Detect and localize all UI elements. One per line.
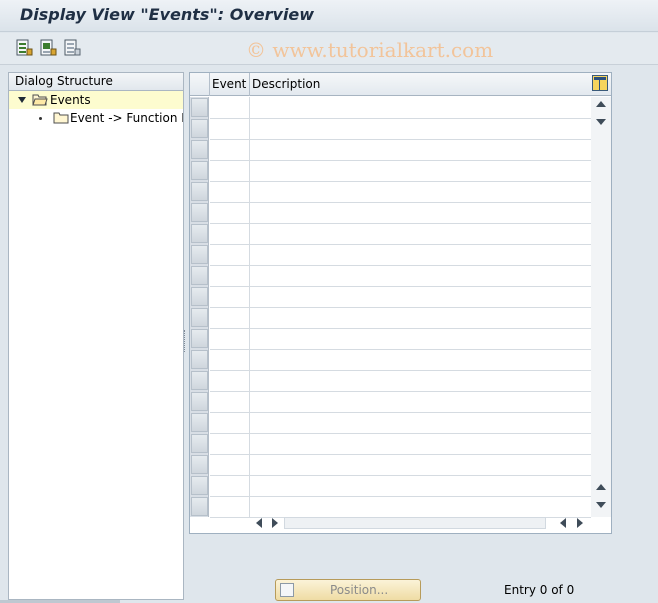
row-selector[interactable] (191, 224, 208, 243)
table-row (210, 118, 591, 119)
dialog-structure-panel: Dialog Structure Events Event -> Functio… (8, 72, 184, 600)
column-grid-line (249, 97, 250, 517)
folder-open-icon (32, 93, 48, 109)
tree-node-events[interactable]: Events (9, 91, 183, 109)
row-selector[interactable] (191, 308, 208, 327)
table-row (210, 454, 591, 455)
table-settings-icon[interactable] (592, 75, 608, 91)
table-row (210, 223, 591, 224)
column-header-event[interactable]: Event (212, 77, 246, 91)
events-table: Event Description (189, 72, 612, 534)
table-row (210, 496, 591, 497)
table-row (210, 307, 591, 308)
column-separator (209, 73, 210, 96)
page-title: Display View "Events": Overview (20, 5, 315, 24)
expand-triangle-icon[interactable] (18, 97, 26, 103)
table-row (210, 139, 591, 140)
position-icon (280, 583, 294, 597)
scroll-right-icon[interactable] (577, 518, 583, 528)
row-selector[interactable] (191, 371, 208, 390)
vertical-scrollbar[interactable] (591, 97, 611, 517)
row-selector[interactable] (191, 287, 208, 306)
table-row (210, 265, 591, 266)
table-row (210, 412, 591, 413)
scroll-down-icon[interactable] (596, 119, 606, 125)
table-row (210, 391, 591, 392)
position-button[interactable]: Position... (275, 579, 421, 601)
scroll-down-icon[interactable] (596, 502, 606, 508)
row-selector[interactable] (191, 434, 208, 453)
column-header-description[interactable]: Description (252, 77, 320, 91)
panel-splitter[interactable] (184, 330, 187, 352)
scroll-up-icon[interactable] (596, 101, 606, 107)
table-row (210, 286, 591, 287)
scroll-up-icon[interactable] (596, 484, 606, 490)
position-button-label: Position... (330, 583, 389, 597)
bullet-icon (39, 117, 42, 120)
scroll-left-icon[interactable] (560, 518, 566, 528)
row-selector[interactable] (191, 476, 208, 495)
tree-node-label: Event -> Function M (70, 111, 183, 125)
scroll-track[interactable] (284, 517, 546, 529)
select-all-icon[interactable] (15, 39, 33, 57)
table-row (210, 244, 591, 245)
table-header: Event Description (190, 73, 611, 96)
watermark-text: © www.tutorialkart.com (246, 38, 494, 62)
row-selector[interactable] (191, 350, 208, 369)
table-row (210, 349, 591, 350)
table-row (210, 202, 591, 203)
row-selector[interactable] (191, 119, 208, 138)
scroll-right-icon[interactable] (272, 518, 278, 528)
select-block-icon[interactable] (39, 39, 57, 57)
row-selector[interactable] (191, 266, 208, 285)
row-selector[interactable] (191, 329, 208, 348)
row-selector[interactable] (191, 392, 208, 411)
tree-node-event-function[interactable]: Event -> Function M (9, 109, 183, 127)
row-selector[interactable] (191, 455, 208, 474)
dialog-structure-header: Dialog Structure (9, 73, 183, 91)
table-row (210, 160, 591, 161)
title-bar: Display View "Events": Overview (0, 0, 658, 32)
entry-count: Entry 0 of 0 (504, 583, 575, 597)
table-row (210, 181, 591, 182)
table-row (210, 328, 591, 329)
row-selector-column (190, 97, 209, 517)
scroll-left-icon[interactable] (256, 518, 262, 528)
table-row (210, 370, 591, 371)
folder-icon (53, 111, 69, 127)
column-separator (249, 73, 250, 96)
row-selector[interactable] (191, 497, 208, 516)
row-selector[interactable] (191, 140, 208, 159)
row-selector[interactable] (191, 245, 208, 264)
row-selector[interactable] (191, 161, 208, 180)
row-selector[interactable] (191, 413, 208, 432)
deselect-all-icon[interactable] (63, 39, 81, 57)
table-row (210, 433, 591, 434)
table-row (210, 475, 591, 476)
row-selector[interactable] (191, 182, 208, 201)
tree-node-label: Events (50, 93, 91, 107)
horizontal-scrollbar[interactable] (250, 515, 590, 531)
row-selector[interactable] (191, 98, 208, 117)
row-selector[interactable] (191, 203, 208, 222)
